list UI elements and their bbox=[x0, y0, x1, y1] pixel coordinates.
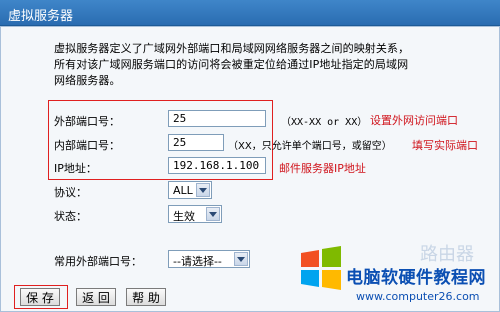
external-port-annotation: 设置外网访问端口 bbox=[370, 114, 458, 127]
external-port-input[interactable]: 25 bbox=[168, 110, 266, 127]
save-button[interactable]: 保 存 bbox=[20, 288, 60, 306]
common-port-select[interactable]: --请选择-- bbox=[168, 250, 250, 268]
internal-port-annotation: 填写实际端口 bbox=[412, 139, 478, 152]
chevron-down-icon[interactable] bbox=[206, 207, 220, 221]
status-selected: 生效 bbox=[173, 210, 195, 223]
back-button[interactable]: 返 回 bbox=[76, 288, 116, 306]
status-label: 状态： bbox=[54, 210, 87, 223]
protocol-select[interactable]: ALL bbox=[168, 181, 212, 199]
ip-address-label: IP地址： bbox=[54, 162, 97, 175]
internal-port-hint: （XX，只允许单个端口号，或留空） bbox=[228, 141, 392, 152]
description-line: 虚拟服务器定义了广域网外部端口和局域网网络服务器之间的映射关系， bbox=[54, 42, 410, 55]
internal-port-value: 25 bbox=[173, 136, 187, 149]
ip-address-input[interactable]: 192.168.1.100 bbox=[168, 157, 266, 174]
windows-logo-icon bbox=[301, 246, 341, 290]
title-bar: 虚拟服务器 bbox=[0, 0, 500, 26]
external-port-label: 外部端口号： bbox=[54, 115, 120, 128]
common-port-label: 常用外部端口号： bbox=[54, 255, 142, 268]
protocol-selected: ALL bbox=[173, 184, 193, 197]
chevron-down-icon[interactable] bbox=[234, 252, 248, 266]
external-port-hint: （XX-XX or XX） bbox=[281, 117, 368, 128]
protocol-label: 协议： bbox=[54, 186, 87, 199]
internal-port-input[interactable]: 25 bbox=[168, 134, 224, 151]
ip-address-value: 192.168.1.100 bbox=[173, 159, 260, 172]
status-select[interactable]: 生效 bbox=[168, 205, 222, 223]
watermark-url: www.computer26.com bbox=[356, 290, 480, 303]
external-port-value: 25 bbox=[173, 112, 187, 125]
watermark-title: 电脑软硬件教程网 bbox=[346, 268, 486, 288]
ip-address-annotation: 邮件服务器IP地址 bbox=[279, 162, 366, 175]
common-port-selected: --请选择-- bbox=[173, 255, 222, 268]
description-line: 网络服务器。 bbox=[54, 74, 121, 87]
internal-port-label: 内部端口号： bbox=[54, 139, 120, 152]
help-button[interactable]: 帮 助 bbox=[126, 288, 166, 306]
window-title: 虚拟服务器 bbox=[8, 9, 74, 24]
description-line: 所有对该广域网服务端口的访问将会被重定位给通过IP地址指定的局域网 bbox=[54, 58, 409, 71]
description: 虚拟服务器定义了广域网外部端口和局域网网络服务器之间的映射关系， 所有对该广域网… bbox=[54, 41, 454, 89]
chevron-down-icon[interactable] bbox=[196, 183, 210, 197]
